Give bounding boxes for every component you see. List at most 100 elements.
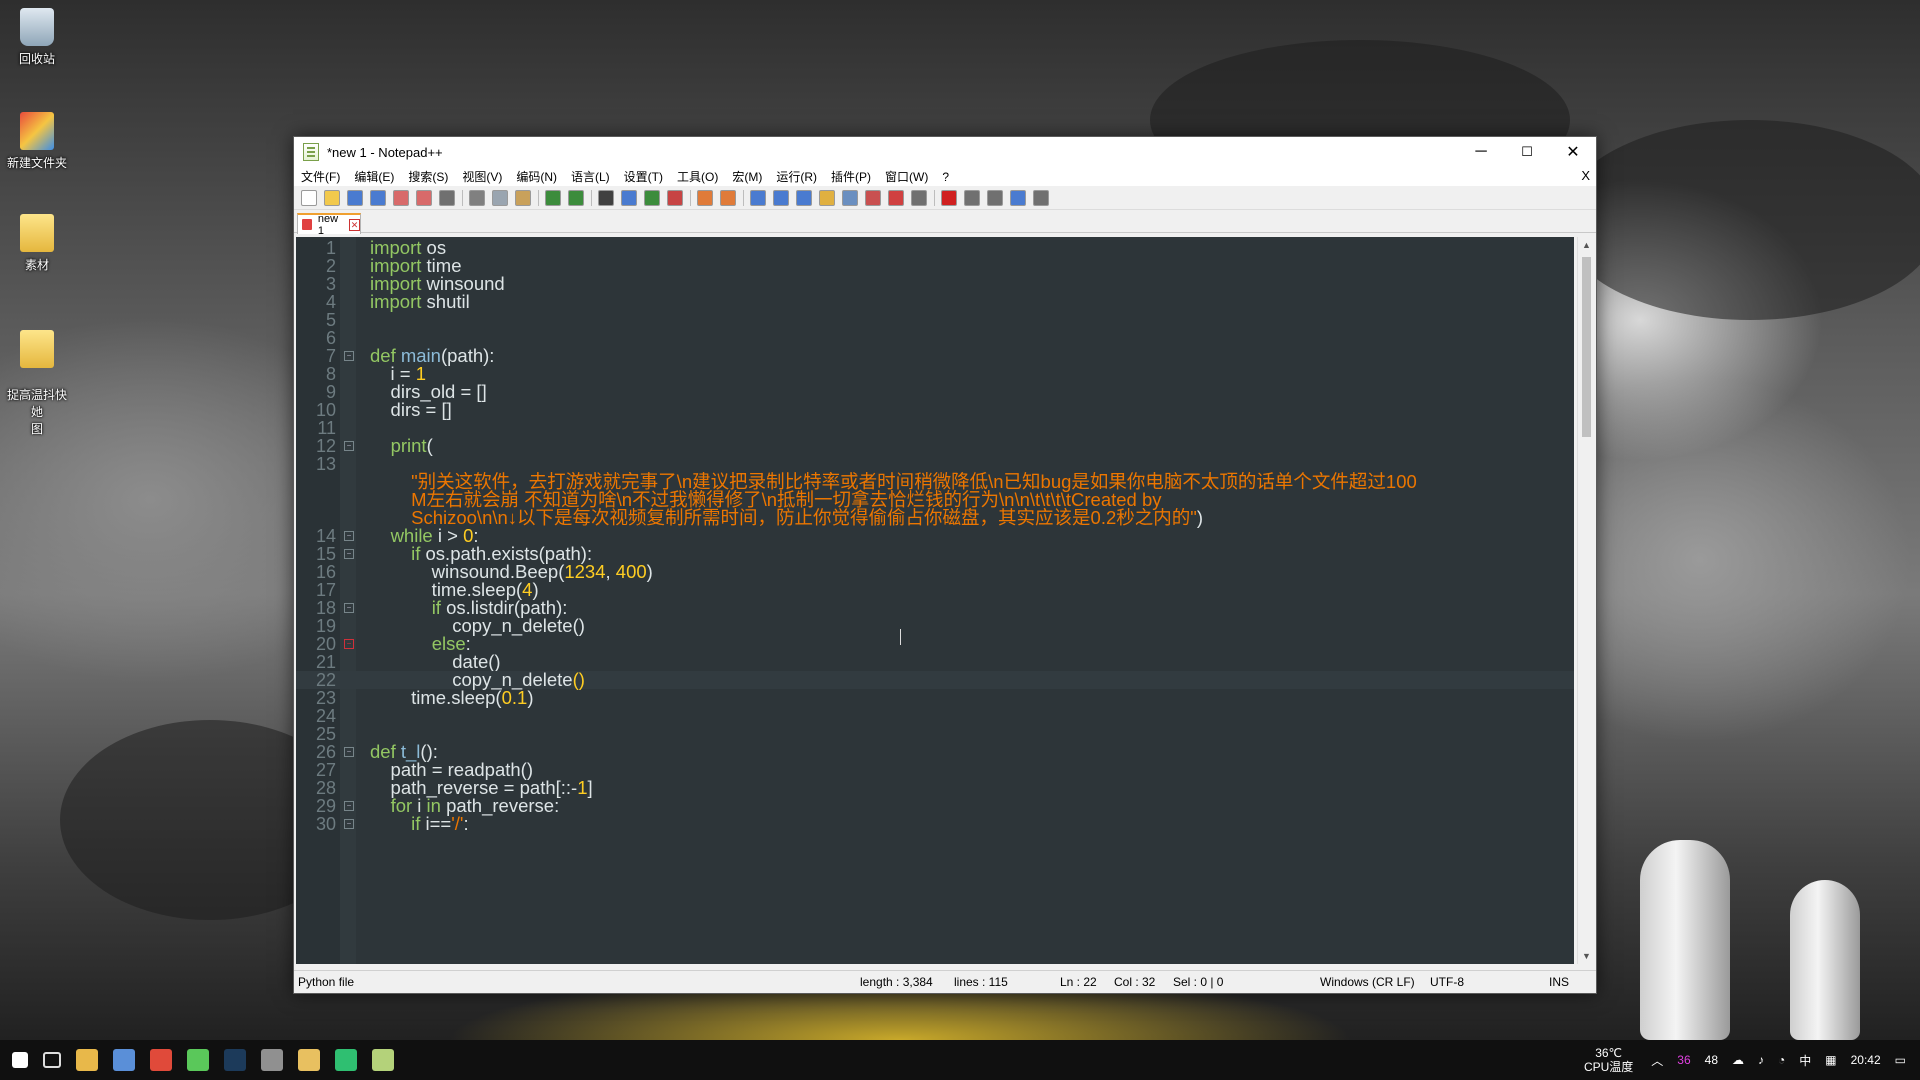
zoom-out-icon[interactable] [667, 189, 683, 206]
run-macro-multiple-icon[interactable] [1010, 189, 1026, 206]
pycharm-icon[interactable] [335, 1049, 357, 1071]
code-line[interactable]: 10 dirs = [] [296, 400, 1574, 419]
menu-macro[interactable]: 宏(M) [725, 168, 769, 185]
code-line[interactable]: 12− print( [296, 436, 1574, 455]
maximize-button[interactable]: ☐ [1504, 137, 1550, 167]
function-list-icon[interactable] [865, 189, 881, 206]
sync-h-icon[interactable] [720, 189, 736, 206]
menu-tools[interactable]: 工具(O) [670, 168, 725, 185]
tab-close-icon[interactable]: ✕ [349, 218, 360, 231]
wechat-icon[interactable] [187, 1049, 209, 1071]
chrome-icon[interactable] [150, 1049, 172, 1071]
fold-toggle-icon[interactable]: − [344, 819, 354, 829]
task-view-icon[interactable] [43, 1052, 61, 1068]
code-line[interactable]: 24 [296, 707, 1574, 725]
fold-toggle-icon[interactable]: − [344, 531, 354, 541]
doc-map-icon[interactable] [842, 189, 858, 206]
tray-badge-2[interactable]: 48 [1705, 1053, 1718, 1067]
code-line[interactable]: 7− def main(path): [296, 346, 1574, 365]
code-line[interactable]: 8 i = 1 [296, 364, 1574, 383]
onedrive-icon[interactable]: ☁ [1732, 1053, 1744, 1067]
code-line[interactable]: 11 [296, 419, 1574, 437]
code-line[interactable]: 5 [296, 311, 1574, 329]
code-line[interactable]: 25 [296, 725, 1574, 743]
udl-icon[interactable] [819, 189, 835, 206]
scrollbar-thumb[interactable] [1582, 257, 1591, 437]
menu-search[interactable]: 搜索(S) [401, 168, 455, 185]
desktop-icon-recycle-bin[interactable]: 回收站 [2, 8, 72, 67]
folder-workspace-icon[interactable] [888, 189, 904, 206]
desktop-icon-materials[interactable]: 素材 [2, 214, 72, 273]
ime-indicator[interactable]: 中 [1799, 1052, 1811, 1069]
print-icon[interactable] [439, 189, 455, 206]
keyboard-icon[interactable]: ▦ [1825, 1053, 1836, 1067]
folder-icon[interactable] [298, 1049, 320, 1071]
close-document-button[interactable]: X [1581, 168, 1590, 183]
find-icon[interactable] [598, 189, 614, 206]
play-macro-icon[interactable] [987, 189, 1003, 206]
sync-v-icon[interactable] [697, 189, 713, 206]
code-line[interactable]: 23 time.sleep(0.1) [296, 688, 1574, 707]
stop-macro-icon[interactable] [964, 189, 980, 206]
menu-edit[interactable]: 编辑(E) [347, 168, 401, 185]
record-macro-icon[interactable] [941, 189, 957, 206]
close-all-icon[interactable] [416, 189, 432, 206]
paste-icon[interactable] [515, 189, 531, 206]
menu-file[interactable]: 文件(F) [294, 168, 347, 185]
close-button[interactable]: ✕ [1550, 137, 1596, 167]
word-wrap-icon[interactable] [750, 189, 766, 206]
notepadpp-app-icon[interactable] [303, 143, 319, 161]
menu-view[interactable]: 视图(V) [455, 168, 509, 185]
volume-icon[interactable]: ♪ [1758, 1053, 1764, 1067]
desktop-icon-folder[interactable]: 捉高温抖快她 图 [2, 316, 72, 451]
fold-toggle-icon[interactable]: − [344, 603, 354, 613]
indent-guide-icon[interactable] [796, 189, 812, 206]
status-eol[interactable]: Windows (CR LF) [1320, 975, 1415, 989]
menu-language[interactable]: 语言(L) [564, 168, 617, 185]
vertical-scrollbar[interactable]: ▲ ▼ [1577, 237, 1595, 964]
title-bar[interactable]: *new 1 - Notepad++ ─ ☐ ✕ [294, 137, 1596, 167]
new-file-icon[interactable] [301, 189, 317, 206]
fold-toggle-icon[interactable]: − [344, 351, 354, 361]
code-line[interactable]: 9 dirs_old = [] [296, 382, 1574, 401]
copy-icon[interactable] [492, 189, 508, 206]
fold-toggle-icon[interactable]: − [344, 441, 354, 451]
code-line[interactable]: 19 copy_n_delete() [296, 616, 1574, 635]
tray-expand-icon[interactable]: ︿ [1651, 1052, 1663, 1069]
zoom-in-icon[interactable] [644, 189, 660, 206]
monitor-icon[interactable] [911, 189, 927, 206]
clock[interactable]: 20:42 [1851, 1053, 1881, 1067]
store-icon[interactable] [113, 1049, 135, 1071]
undo-icon[interactable] [545, 189, 561, 206]
menu-settings[interactable]: 设置(T) [617, 168, 670, 185]
close-icon[interactable] [393, 189, 409, 206]
start-icon[interactable] [12, 1052, 28, 1068]
steam-icon[interactable] [224, 1049, 246, 1071]
code-line[interactable]: 3 import winsound [296, 274, 1574, 293]
menu-window[interactable]: 窗口(W) [878, 168, 935, 185]
code-line[interactable]: Schizoo\n\n↓以下是每次视频复制所需时间，防止你觉得偷偷占你磁盘，其实… [296, 508, 1574, 527]
notepadpp-icon[interactable] [372, 1049, 394, 1071]
code-line[interactable]: 30− if i=='/': [296, 814, 1574, 833]
open-file-icon[interactable] [324, 189, 340, 206]
save-macro-icon[interactable] [1033, 189, 1049, 206]
desktop-icon-new-folder[interactable]: 新建文件夹 [2, 112, 72, 171]
fold-toggle-icon[interactable]: − [344, 801, 354, 811]
menu-plugins[interactable]: 插件(P) [824, 168, 878, 185]
replace-icon[interactable] [621, 189, 637, 206]
status-mode[interactable]: INS [1549, 975, 1569, 989]
redo-icon[interactable] [568, 189, 584, 206]
file-explorer-icon[interactable] [76, 1049, 98, 1071]
obs-icon[interactable] [261, 1049, 283, 1071]
fold-toggle-icon[interactable]: − [344, 639, 354, 649]
cut-icon[interactable] [469, 189, 485, 206]
code-line[interactable]: 29− for i in path_reverse: [296, 796, 1574, 815]
cpu-temp-widget[interactable]: 36℃ CPU温度 [1584, 1046, 1633, 1074]
notification-icon[interactable]: ▭ [1895, 1053, 1906, 1067]
fold-toggle-icon[interactable]: − [344, 747, 354, 757]
code-line[interactable]: 1 import os [296, 238, 1574, 257]
minimize-button[interactable]: ─ [1458, 137, 1504, 167]
tray-badge-1[interactable]: 36 [1677, 1053, 1690, 1067]
save-icon[interactable] [347, 189, 363, 206]
menu-encoding[interactable]: 编码(N) [509, 168, 564, 185]
